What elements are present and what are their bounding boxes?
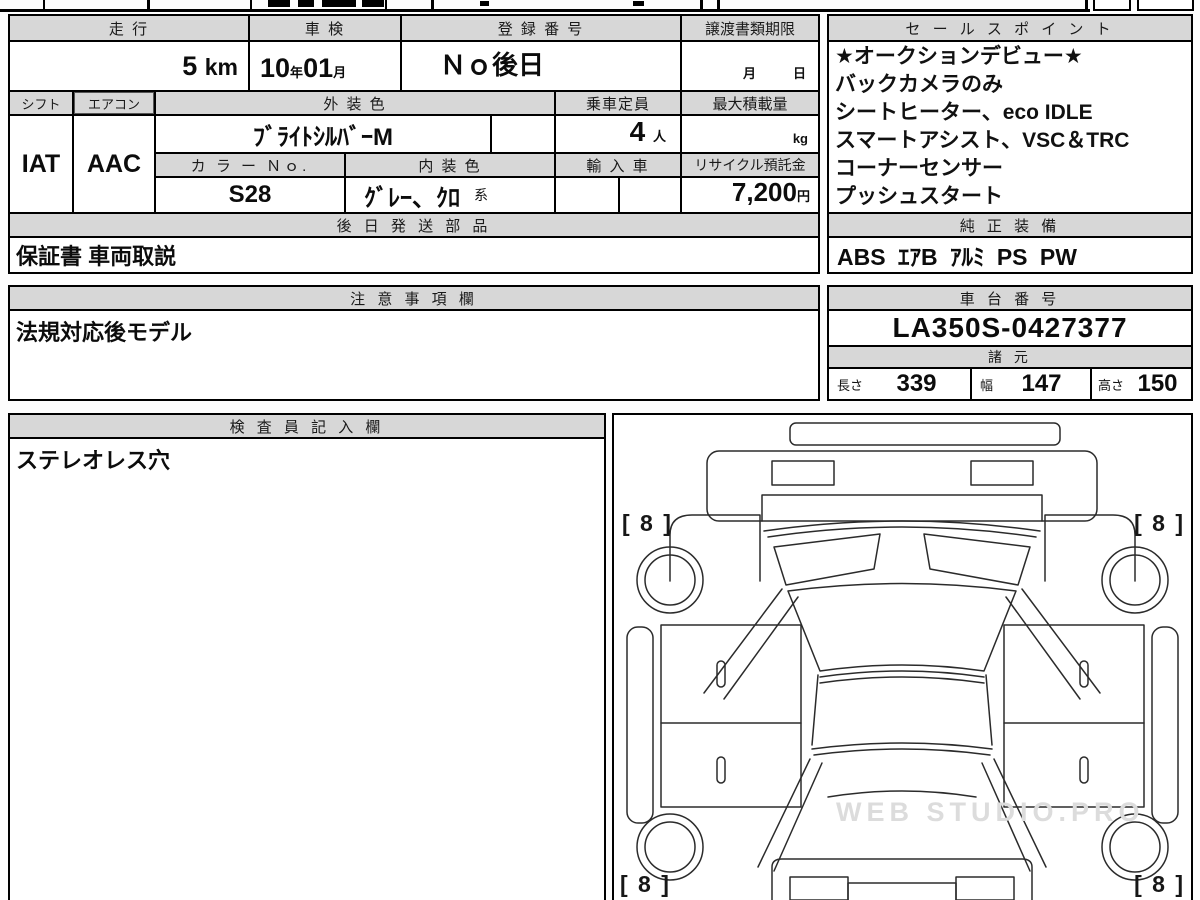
inspection-header: 車 検 <box>250 16 400 40</box>
cutoff-vline <box>147 0 150 9</box>
cutoff-glyph <box>633 1 644 6</box>
import-car-value-left <box>556 178 618 212</box>
cutoff-small-cell <box>1093 0 1131 11</box>
cutoff-vline <box>717 0 720 9</box>
doors-left <box>660 624 802 808</box>
color-no-header: カ ラ ー Ｎｏ. <box>156 154 344 176</box>
recycle-fee-header: リサイクル預託金 <box>682 154 818 176</box>
notes-block: 注 意 事 項 欄 法規対応後モデル <box>8 285 820 401</box>
genuine-equipment-value: ABS ｴｱB ｱﾙﾐ PS PW <box>829 238 1191 272</box>
auction-sheet: { "colors": { "header_bg": "#d7d7d7", "g… <box>0 0 1200 900</box>
tire-depth-front-right: [ 8 ] <box>1134 510 1185 536</box>
cutoff-gridline <box>0 9 1090 12</box>
color-no-value: S28 <box>156 178 344 212</box>
cutoff-glyph <box>298 0 314 7</box>
cutoff-vline <box>700 0 703 9</box>
tire-depth-front-left: [ 8 ] <box>622 510 673 536</box>
cutoff-glyph <box>362 0 384 7</box>
watermark: WEB STUDIO.PRO <box>836 797 1145 827</box>
capacity-value: 4 人 <box>556 116 680 152</box>
mileage-header: 走 行 <box>10 16 248 40</box>
sales-point-body: ★オークションデビュー★ バックカメラのみ シートヒーター、eco IDLE ス… <box>829 42 1191 212</box>
sales-point-line: スマートアシスト、VSC＆TRC <box>835 129 1130 152</box>
genuine-equipment-header: 純 正 装 備 <box>829 214 1191 236</box>
car-diagram-box: [ 8 ] [ 8 ] [ 8 ] [ 8 ] WEB STUDIO.PRO <box>612 413 1193 900</box>
import-car-value-right <box>620 178 680 212</box>
inspector-notes-block: 検 査 員 記 入 欄 ステレオレス穴 <box>8 413 606 900</box>
recycle-fee-value: 7,200円 <box>682 178 818 212</box>
spec-width-cell: 幅 147 <box>972 369 1090 399</box>
cutoff-row <box>0 0 1200 13</box>
aircon-header: エアコン <box>74 92 154 114</box>
spec-length-cell: 長さ 339 <box>829 369 970 399</box>
exterior-color-extra <box>492 116 554 152</box>
import-car-header: 輸 入 車 <box>556 154 680 176</box>
cutoff-vline <box>1085 0 1088 9</box>
doors-right <box>1003 624 1145 808</box>
inspector-notes-body: ステレオレス穴 <box>10 439 604 900</box>
tire-depth-rear-left: [ 8 ] <box>620 871 671 897</box>
interior-color-value: ｸﾞﾚｰ、ｸﾛ 系 <box>346 178 554 212</box>
cutoff-glyph <box>268 0 290 7</box>
exterior-color-value: ﾌﾞﾗｲﾄｼﾙﾊﾞｰM <box>156 116 490 152</box>
later-shipping-header: 後 日 発 送 部 品 <box>10 214 818 236</box>
cutoff-small-cell <box>1137 0 1194 11</box>
front-top-strip <box>789 422 1061 446</box>
chassis-no-value: LA350S-0427377 <box>829 311 1191 345</box>
capacity-header: 乗車定員 <box>556 92 680 114</box>
chassis-specs-block: 車 台 番 号 LA350S-0427377 諸 元 長さ 339 幅 147 … <box>827 285 1193 401</box>
sales-point-line: コーナーセンサー <box>835 157 1003 180</box>
exterior-color-header: 外 装 色 <box>156 92 554 114</box>
front-fender-left <box>669 514 761 582</box>
max-load-header: 最大積載量 <box>682 92 818 114</box>
cutoff-vline <box>250 0 252 9</box>
main-table: 走 行 車 検 登 録 番 号 譲渡書類期限 5 km 10年01月 Ｎｏ後日 … <box>8 14 820 274</box>
sales-point-line: プッシュスタート <box>835 185 1003 208</box>
transfer-docs-header: 譲渡書類期限 <box>682 16 818 40</box>
inspector-notes-header: 検 査 員 記 入 欄 <box>10 415 604 437</box>
cutoff-vline <box>385 0 387 9</box>
sales-point-header: セ ー ル ス ポ イ ン ト <box>829 16 1191 40</box>
registration-value: Ｎｏ後日 <box>402 42 680 90</box>
shift-header: シフト <box>10 92 72 114</box>
front-fender-right <box>1044 514 1136 582</box>
inspection-value: 10年01月 <box>250 42 400 90</box>
sales-point-line: バックカメラのみ <box>835 73 1003 96</box>
front-bumper <box>706 450 1098 522</box>
notes-header: 注 意 事 項 欄 <box>10 287 818 309</box>
cutoff-vline <box>431 0 434 9</box>
max-load-value: kg <box>682 116 818 152</box>
cutoff-glyph <box>322 0 356 7</box>
mileage-value: 5 km <box>10 42 248 90</box>
sill-left <box>626 626 654 824</box>
chassis-no-header: 車 台 番 号 <box>829 287 1191 309</box>
sales-point-line: シートヒーター、eco IDLE <box>835 101 1093 124</box>
transfer-docs-value: 月 日 <box>682 42 818 90</box>
shift-value: IAT <box>10 116 72 212</box>
later-shipping-value: 保証書 車両取説 <box>10 238 818 272</box>
notes-body: 法規対応後モデル <box>10 311 818 399</box>
registration-header: 登 録 番 号 <box>402 16 680 40</box>
cutoff-glyph <box>480 1 489 6</box>
sales-point-panel: セ ー ル ス ポ イ ン ト ★オークションデビュー★ バックカメラのみ シー… <box>827 14 1193 274</box>
tire-depth-rear-right: [ 8 ] <box>1134 871 1185 897</box>
cutoff-vline <box>43 0 45 9</box>
sill-right <box>1151 626 1179 824</box>
specs-header: 諸 元 <box>829 347 1191 367</box>
interior-color-header: 内 装 色 <box>346 154 554 176</box>
spec-height-cell: 高さ 150 <box>1092 369 1191 399</box>
aircon-value: AAC <box>74 116 154 212</box>
sales-point-line: ★オークションデビュー★ <box>835 45 1083 68</box>
